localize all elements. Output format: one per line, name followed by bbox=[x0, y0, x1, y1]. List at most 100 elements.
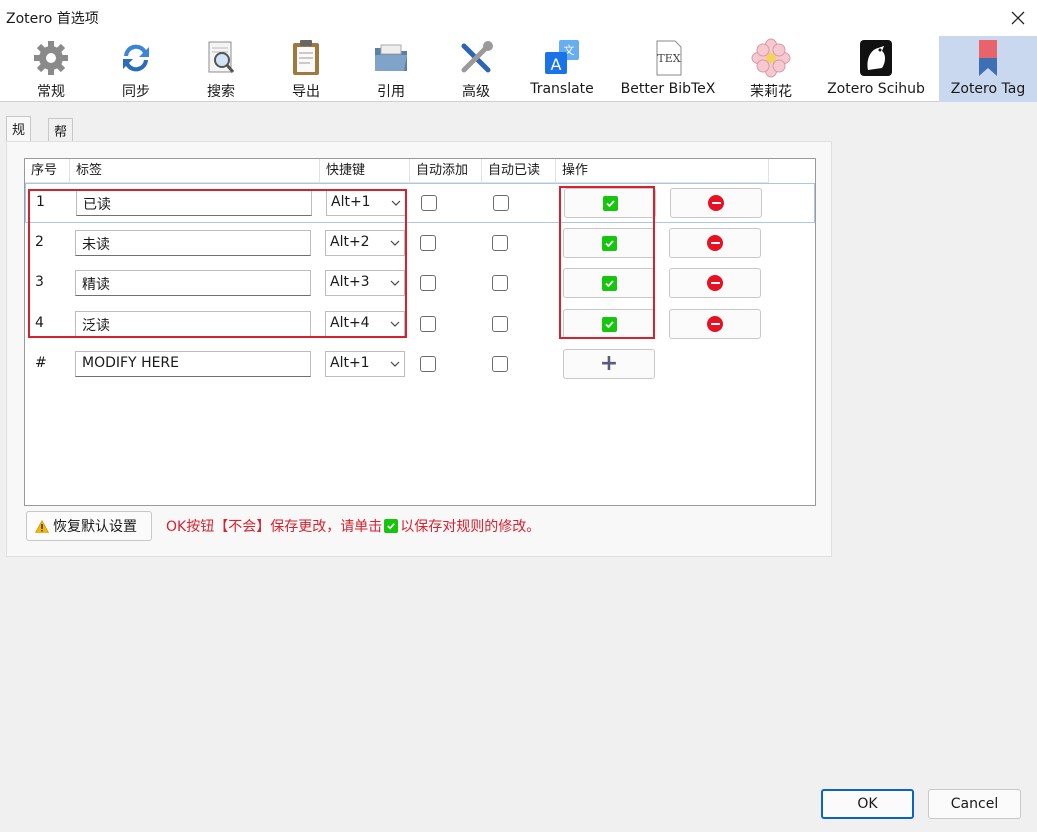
header-shortcut: 快捷键 bbox=[320, 159, 410, 183]
tab-label: 导出 bbox=[292, 84, 320, 100]
shortcut-value: Alt+4 bbox=[330, 315, 370, 331]
check-icon bbox=[601, 235, 617, 251]
save-rule-button[interactable] bbox=[563, 228, 655, 258]
auto-add-checkbox[interactable] bbox=[421, 195, 437, 211]
tab-better-bibtex[interactable]: TEX Better BibTeX bbox=[616, 36, 720, 102]
auto-add-checkbox[interactable] bbox=[420, 275, 436, 291]
subtab-rules[interactable]: 规则 bbox=[6, 116, 32, 157]
tab-label: 引用 bbox=[377, 84, 405, 100]
shortcut-value: Alt+2 bbox=[330, 234, 370, 250]
tag-input[interactable]: 精读 bbox=[75, 270, 311, 296]
delete-rule-button[interactable] bbox=[669, 309, 761, 339]
warning-icon bbox=[35, 519, 49, 533]
sync-icon bbox=[123, 44, 149, 72]
tab-label: 同步 bbox=[122, 84, 150, 100]
shortcut-select[interactable]: Alt+4 bbox=[325, 311, 405, 337]
plus-icon: + bbox=[599, 351, 619, 376]
auto-add-checkbox[interactable] bbox=[420, 235, 436, 251]
table-row: 2 未读 Alt+2 bbox=[25, 224, 815, 264]
tools-icon bbox=[461, 41, 493, 73]
window-title: Zotero 首选项 bbox=[6, 11, 99, 27]
tab-export[interactable]: 导出 bbox=[273, 36, 339, 102]
tab-zotero-tag[interactable]: Zotero Tag bbox=[939, 36, 1037, 102]
restore-defaults-button[interactable]: 恢复默认设置 bbox=[26, 511, 152, 541]
search-icon bbox=[208, 41, 235, 73]
tab-label: Better BibTeX bbox=[620, 81, 716, 97]
shortcut-value: Alt+1 bbox=[331, 194, 371, 210]
tab-sync[interactable]: 同步 bbox=[103, 36, 169, 102]
shortcut-value: Alt+1 bbox=[330, 355, 370, 371]
row-number: 1 bbox=[36, 194, 45, 210]
notice-text-before: OK按钮【不会】保存更改，请单击 bbox=[166, 519, 383, 535]
subtab-help[interactable]: 帮助 bbox=[48, 118, 74, 159]
tab-translate[interactable]: 文 A Translate bbox=[526, 36, 598, 102]
row-number: 3 bbox=[35, 274, 44, 290]
delete-rule-button[interactable] bbox=[669, 228, 761, 258]
header-auto-read: 自动已读 bbox=[482, 159, 556, 183]
close-button[interactable] bbox=[999, 0, 1037, 36]
tag-input[interactable]: 未读 bbox=[75, 230, 311, 256]
title-bar: Zotero 首选项 bbox=[0, 0, 1037, 36]
tab-label: 常规 bbox=[37, 84, 65, 100]
svg-text:A: A bbox=[551, 55, 562, 74]
tab-jasminum[interactable]: 茉莉花 bbox=[738, 36, 804, 102]
tab-cite[interactable]: 引用 bbox=[358, 36, 424, 102]
tab-label: 高级 bbox=[462, 84, 490, 100]
row-number: # bbox=[35, 355, 47, 371]
save-rule-button[interactable] bbox=[563, 268, 655, 298]
shortcut-select[interactable]: Alt+1 bbox=[326, 190, 406, 216]
folder-icon bbox=[375, 44, 407, 71]
shortcut-select[interactable]: Alt+1 bbox=[325, 351, 405, 377]
tab-advanced[interactable]: 高级 bbox=[443, 36, 509, 102]
auto-read-checkbox[interactable] bbox=[492, 316, 508, 332]
shortcut-value: Alt+3 bbox=[330, 274, 370, 290]
svg-text:TEX: TEX bbox=[657, 52, 680, 65]
table-row: 1 已读 Alt+1 bbox=[25, 183, 815, 223]
gear-icon bbox=[34, 41, 68, 75]
tab-label: 搜索 bbox=[207, 84, 235, 100]
tab-search[interactable]: 搜索 bbox=[188, 36, 254, 102]
chevron-down-icon bbox=[390, 361, 400, 367]
raven-icon bbox=[860, 40, 892, 76]
new-tag-input[interactable]: MODIFY HERE bbox=[75, 351, 311, 377]
ok-button[interactable]: OK bbox=[821, 789, 914, 819]
delete-icon bbox=[708, 195, 724, 211]
shortcut-select[interactable]: Alt+3 bbox=[325, 270, 405, 296]
shortcut-select[interactable]: Alt+2 bbox=[325, 230, 405, 256]
chevron-down-icon bbox=[390, 240, 400, 246]
tab-label: Zotero Tag bbox=[950, 81, 1026, 97]
delete-rule-button[interactable] bbox=[670, 188, 762, 218]
delete-icon bbox=[707, 316, 723, 332]
auto-read-checkbox[interactable] bbox=[493, 195, 509, 211]
check-icon bbox=[602, 195, 618, 211]
save-rule-button[interactable] bbox=[563, 309, 655, 339]
translate-icon: 文 A bbox=[545, 40, 579, 74]
tag-input[interactable]: 泛读 bbox=[75, 311, 311, 337]
save-rule-button[interactable] bbox=[564, 188, 656, 218]
header-actions: 操作 bbox=[556, 159, 769, 183]
new-rule-row: # MODIFY HERE Alt+1 + bbox=[25, 345, 815, 385]
bookmark-icon bbox=[979, 40, 997, 76]
tab-general[interactable]: 常规 bbox=[18, 36, 84, 102]
save-notice: OK按钮【不会】保存更改，请单击 以保存对规则的修改。 bbox=[166, 516, 540, 536]
tab-label: Zotero Scihub bbox=[827, 81, 925, 97]
tab-zotero-scihub[interactable]: Zotero Scihub bbox=[822, 36, 930, 102]
clipboard-icon bbox=[293, 40, 319, 75]
preferences-toolbar: 常规 同步 搜索 导出 引用 高级 文 A Translate TEX Bett… bbox=[0, 36, 1037, 102]
tag-input[interactable]: 已读 bbox=[76, 190, 312, 216]
restore-defaults-label: 恢复默认设置 bbox=[53, 519, 137, 535]
check-icon bbox=[384, 519, 399, 533]
cancel-button[interactable]: Cancel bbox=[928, 789, 1021, 819]
delete-rule-button[interactable] bbox=[669, 268, 761, 298]
add-rule-button[interactable]: + bbox=[563, 349, 655, 379]
chevron-down-icon bbox=[390, 321, 400, 327]
flower-icon bbox=[751, 38, 791, 78]
auto-add-checkbox[interactable] bbox=[420, 356, 436, 372]
auto-read-checkbox[interactable] bbox=[492, 235, 508, 251]
auto-add-checkbox[interactable] bbox=[420, 316, 436, 332]
auto-read-checkbox[interactable] bbox=[492, 356, 508, 372]
header-number: 序号 bbox=[25, 159, 70, 183]
close-icon bbox=[1011, 11, 1025, 25]
chevron-down-icon bbox=[390, 280, 400, 286]
auto-read-checkbox[interactable] bbox=[492, 275, 508, 291]
